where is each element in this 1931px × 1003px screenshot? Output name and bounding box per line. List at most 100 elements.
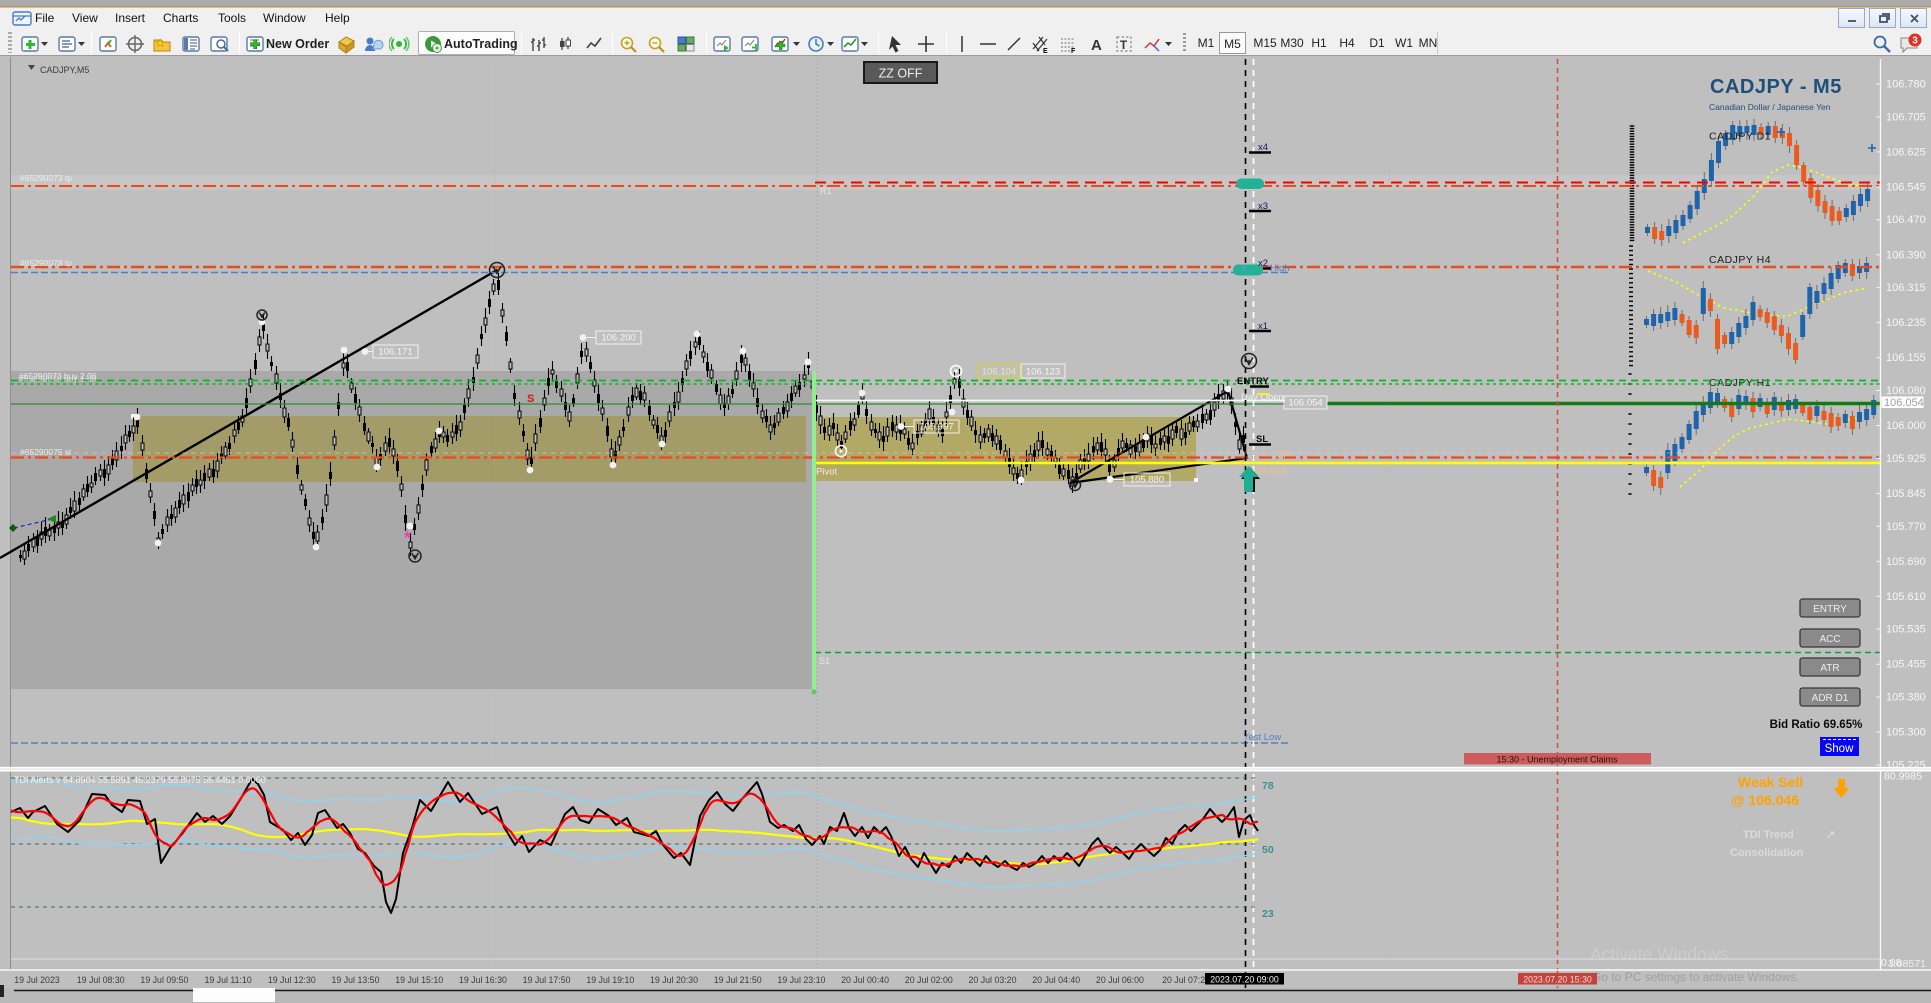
svg-text:19 Jul 15:10: 19 Jul 15:10 [395,975,443,985]
svg-text:106.155: 106.155 [1886,352,1926,364]
svg-text:106.080: 106.080 [1886,385,1926,397]
svg-text:19 Jul 12:30: 19 Jul 12:30 [268,975,316,985]
svg-text:Show: Show [1825,743,1854,755]
svg-text:19 Jul 11:10: 19 Jul 11:10 [204,975,251,985]
svg-text:3.08571: 3.08571 [1888,958,1926,970]
svg-text:105.770: 105.770 [1886,521,1926,533]
svg-text:19 Jul 23:10: 19 Jul 23:10 [777,975,825,985]
svg-text:#65290075 sl: #65290075 sl [20,447,71,457]
svg-text:106.705: 106.705 [1886,111,1926,123]
svg-text:S1: S1 [819,656,830,666]
svg-text:Go to PC settings to activate: Go to PC settings to activate Windows. [1592,970,1799,984]
svg-text:ACC: ACC [1819,634,1840,645]
svg-text:A: A [1091,37,1102,54]
svg-text:105.915: 105.915 [1252,466,1286,477]
svg-text:19 Jul 16:30: 19 Jul 16:30 [459,975,507,985]
svg-text:106.200: 106.200 [601,333,635,344]
svg-text:105.690: 105.690 [1886,556,1926,568]
svg-text:CADJPY H1: CADJPY H1 [1709,377,1771,389]
svg-text:19 Jul 17:50: 19 Jul 17:50 [523,975,571,985]
svg-text:E: E [1043,48,1048,55]
svg-text:105.610: 105.610 [1886,591,1926,603]
svg-text:x2: x2 [1258,258,1268,269]
svg-text:Y: Y [1241,263,1248,274]
svg-text:CADJPY H4: CADJPY H4 [1709,254,1771,266]
svg-text:#65290078 tp: #65290078 tp [20,258,72,268]
svg-text:106.780: 106.780 [1886,79,1926,91]
svg-text:19 Jul 19:10: 19 Jul 19:10 [586,975,634,985]
svg-text:106.123: 106.123 [1026,367,1060,378]
svg-text:20 Jul 00:40: 20 Jul 00:40 [841,975,889,985]
svg-text:2023.07.20 09:00: 2023.07.20 09:00 [1210,975,1279,985]
svg-text:105.845: 105.845 [1886,488,1926,500]
svg-text:2023.07.20 15:30: 2023.07.20 15:30 [1523,975,1592,985]
svg-text:80.9985: 80.9985 [1884,771,1922,783]
svg-text:F: F [1071,48,1076,55]
svg-text:#65290073 tp: #65290073 tp [20,173,72,183]
svg-text:x3: x3 [1258,201,1268,212]
svg-text:105.535: 105.535 [1886,624,1926,636]
svg-text:Canadian Dollar / Japanese Yen: Canadian Dollar / Japanese Yen [1709,102,1831,112]
svg-text:PP: PP [1277,450,1290,461]
svg-text:105.455: 105.455 [1886,659,1926,671]
svg-text:R1: R1 [820,186,832,196]
svg-text:Consolidation: Consolidation [1730,847,1804,859]
svg-text:High: High [1270,263,1290,274]
svg-text:106.171: 106.171 [378,347,412,358]
svg-text:19 Jul 08:30: 19 Jul 08:30 [77,975,125,985]
svg-text:78: 78 [1262,780,1274,792]
svg-text:19 Jul 20:30: 19 Jul 20:30 [650,975,698,985]
svg-text:50: 50 [1262,844,1274,856]
svg-text:105.997: 105.997 [919,422,953,433]
svg-text:105.925: 105.925 [1886,453,1926,465]
svg-text:106.390: 106.390 [1886,249,1926,261]
svg-text:CADJPY - M5: CADJPY - M5 [1710,76,1842,98]
svg-text:CADJPY,M5: CADJPY,M5 [40,65,89,75]
svg-text:19 Jul 09:50: 19 Jul 09:50 [140,975,188,985]
svg-text:TDI Trend: TDI Trend [1743,829,1794,841]
svg-text:15:30 - Unemployment Claims: 15:30 - Unemployment Claims [1496,755,1618,765]
svg-text:20 Jul 02:00: 20 Jul 02:00 [905,975,953,985]
svg-text:23: 23 [1262,908,1274,920]
svg-text:ENTRY: ENTRY [1813,604,1847,615]
svg-text:106.054: 106.054 [1288,398,1322,409]
svg-text:106.000: 106.000 [1886,420,1926,432]
svg-text:106.545: 106.545 [1886,181,1926,193]
svg-text:T: T [1120,40,1127,52]
svg-text:SL: SL [1256,434,1268,445]
svg-text:x4: x4 [1258,142,1268,153]
svg-text:↗: ↗ [1826,829,1835,841]
svg-text:19 Jul 21:50: 19 Jul 21:50 [714,975,762,985]
svg-text:Activate Windows: Activate Windows [1590,944,1728,964]
svg-text:ATR: ATR [1820,663,1839,674]
svg-text:20 Jul 07:2: 20 Jul 07:2 [1162,975,1205,985]
svg-text:105.300: 105.300 [1886,727,1926,739]
svg-text:20 Jul 03:20: 20 Jul 03:20 [969,975,1017,985]
svg-text:ENTRY: ENTRY [1237,376,1270,387]
svg-text:106.104: 106.104 [982,367,1016,378]
svg-text:3: 3 [1912,36,1918,47]
svg-text:20 Jul 04:40: 20 Jul 04:40 [1032,975,1080,985]
svg-text:106.625: 106.625 [1886,146,1926,158]
svg-text:Weak Sell: Weak Sell [1738,774,1803,790]
svg-text:Pivot: Pivot [816,467,837,478]
svg-text:106.315: 106.315 [1886,282,1926,294]
svg-text:Bid Ratio 69.65%: Bid Ratio 69.65% [1770,719,1863,731]
svg-text:20 Jul 06:00: 20 Jul 06:00 [1096,975,1144,985]
svg-text:106.470: 106.470 [1886,214,1926,226]
svg-text:106.054: 106.054 [1884,397,1924,409]
svg-text:CADJPY D1: CADJPY D1 [1709,131,1771,143]
svg-text:105.880: 105.880 [1130,475,1164,486]
svg-text:TDI Alerts v 64.8904 55.5891 4: TDI Alerts v 64.8904 55.5891 46.2379 55.… [14,775,266,785]
svg-text:Yest Low: Yest Low [1243,732,1281,743]
svg-text:@ 106.046: @ 106.046 [1731,792,1799,808]
svg-text:ZZ OFF: ZZ OFF [879,67,923,81]
svg-text:*: * [404,528,411,547]
svg-text:106.235: 106.235 [1886,317,1926,329]
svg-text:105.380: 105.380 [1886,692,1926,704]
svg-text:x1: x1 [1258,321,1268,332]
svg-text:19 Jul 13:50: 19 Jul 13:50 [332,975,380,985]
svg-text:ADR D1: ADR D1 [1812,693,1849,704]
svg-text:S: S [527,393,534,405]
svg-text:19 Jul 2023: 19 Jul 2023 [14,975,60,985]
